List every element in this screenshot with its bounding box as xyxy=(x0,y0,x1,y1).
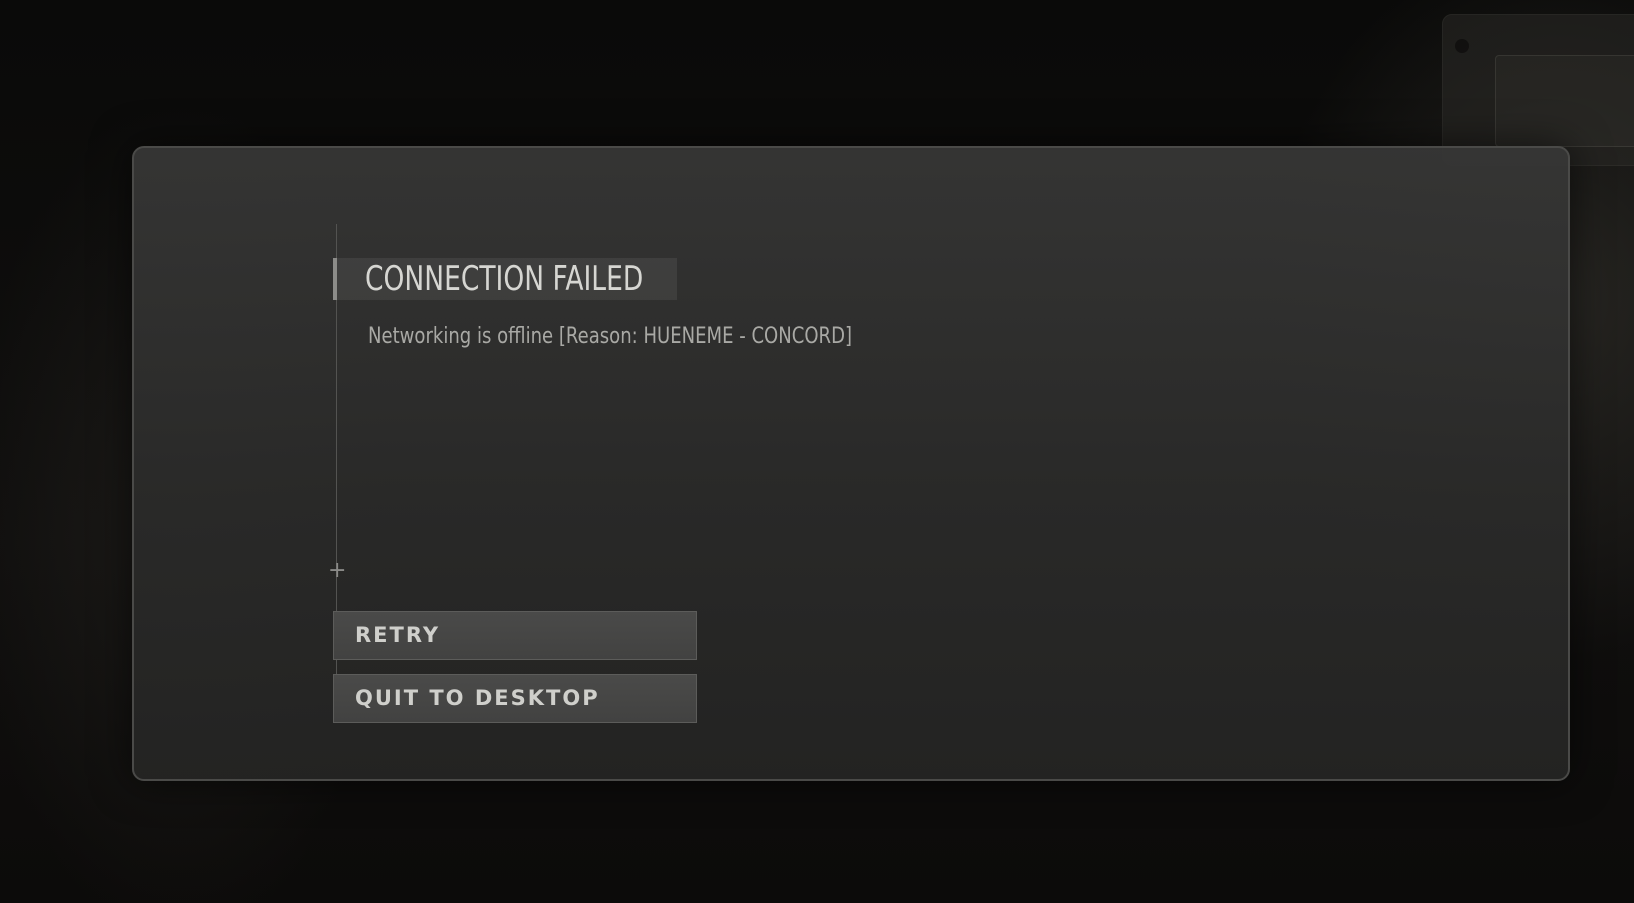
quit-to-desktop-button[interactable]: QUIT TO DESKTOP xyxy=(333,674,697,723)
retry-button-label: RETRY xyxy=(355,623,441,647)
quit-to-desktop-button-label: QUIT TO DESKTOP xyxy=(355,686,600,710)
dialog-title: CONNECTION FAILED xyxy=(365,259,644,299)
retry-button[interactable]: RETRY xyxy=(333,611,697,660)
error-message: Networking is offline [Reason: HUENEME -… xyxy=(368,324,853,349)
device-screen xyxy=(1495,55,1634,147)
plus-icon: + xyxy=(328,558,347,583)
connection-failed-dialog: CONNECTION FAILED Networking is offline … xyxy=(132,146,1570,781)
dialog-title-bar: CONNECTION FAILED xyxy=(333,258,677,300)
background-device-image xyxy=(1442,14,1634,166)
device-bolt xyxy=(1455,39,1469,53)
